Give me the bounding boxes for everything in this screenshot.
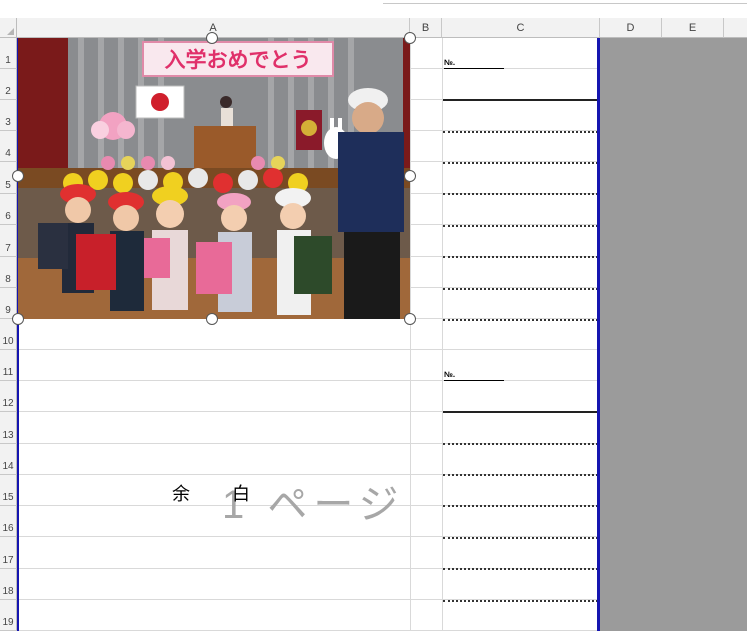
school-ceremony-photo-icon: 入学おめでとう (18, 38, 410, 319)
form-dotted-line (443, 443, 598, 445)
page-break-right (597, 38, 600, 631)
resize-handle-top[interactable] (206, 32, 218, 44)
form-dotted-line (443, 568, 598, 570)
form-dotted-line (443, 600, 598, 602)
column-header-c[interactable]: C (442, 18, 600, 38)
row-header-19[interactable]: 19 (0, 600, 17, 631)
resize-handle-left[interactable] (12, 170, 24, 182)
resize-handle-right[interactable] (404, 170, 416, 182)
form-dotted-line (443, 131, 598, 133)
form-dotted-line (443, 474, 598, 476)
form-dotted-line (443, 319, 598, 321)
ceremony-photo[interactable]: 入学おめでとう (18, 38, 410, 319)
resize-handle-bottom-right[interactable] (404, 313, 416, 325)
outside-print-area (600, 38, 747, 631)
select-all-corner[interactable] (0, 18, 17, 38)
row-header-11[interactable]: 11 (0, 350, 17, 381)
row-gridline (18, 349, 597, 350)
row-header-18[interactable]: 18 (0, 569, 17, 600)
form-dotted-line (443, 537, 598, 539)
form-solid-line (443, 411, 598, 413)
row-header-3[interactable]: 3 (0, 100, 17, 131)
form-dotted-line (443, 505, 598, 507)
row-header-8[interactable]: 8 (0, 257, 17, 288)
form-solid-line (443, 99, 598, 101)
row-header-2[interactable]: 2 (0, 69, 17, 100)
row-header-7[interactable]: 7 (0, 225, 17, 257)
resize-handle-top-right[interactable] (404, 32, 416, 44)
row-header-15[interactable]: 15 (0, 475, 17, 506)
column-header-partial[interactable] (724, 18, 747, 38)
column-gridline (410, 38, 411, 631)
row-header-13[interactable]: 13 (0, 412, 17, 444)
row-gridline (18, 380, 597, 381)
form-dotted-line (443, 225, 598, 227)
form-dotted-line (443, 193, 598, 195)
form-dotted-line (443, 256, 598, 258)
resize-handle-bottom[interactable] (206, 313, 218, 325)
banner-text: 入学おめでとう (165, 48, 312, 72)
column-gridline (442, 38, 443, 631)
form-dotted-line (443, 162, 598, 164)
margin-text[interactable]: 余白 (172, 480, 292, 506)
row-header-1[interactable]: 1 (0, 38, 17, 69)
row-header-16[interactable]: 16 (0, 506, 17, 537)
column-header-e[interactable]: E (662, 18, 724, 38)
number-label[interactable]: №. (444, 58, 504, 69)
column-header-d[interactable]: D (600, 18, 662, 38)
row-header-6[interactable]: 6 (0, 194, 17, 225)
form-dotted-line (443, 288, 598, 290)
number-label[interactable]: №. (444, 370, 504, 381)
formula-bar-edge (383, 0, 747, 4)
resize-handle-bottom-left[interactable] (12, 313, 24, 325)
row-header-14[interactable]: 14 (0, 444, 17, 475)
row-header-17[interactable]: 17 (0, 537, 17, 569)
row-header-12[interactable]: 12 (0, 381, 17, 412)
row-header-4[interactable]: 4 (0, 131, 17, 162)
